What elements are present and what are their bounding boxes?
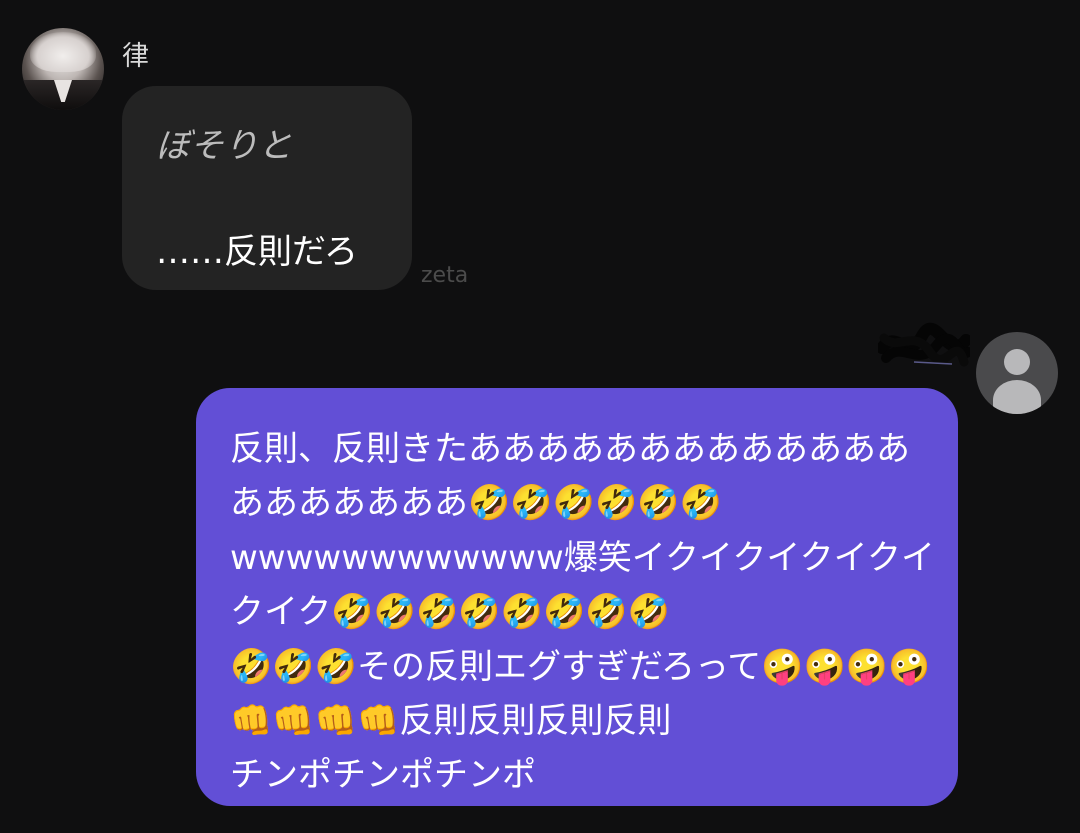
avatar-head (1004, 349, 1030, 375)
speech-text: ……反則だろ (156, 232, 358, 272)
user-avatar-icon[interactable] (976, 332, 1058, 414)
redacted-username-scribble (878, 322, 970, 367)
avatar-hair (30, 32, 96, 72)
character-avatar[interactable] (22, 28, 104, 110)
user-message-bubble: 反則、反則きたああああああああああああああああああああ🤣🤣🤣🤣🤣🤣 wwwwww… (196, 388, 958, 806)
action-text: ぼそりと (156, 126, 292, 166)
character-message-bubble: ぼそりと ……反則だろ (122, 86, 412, 290)
source-label: zeta (421, 263, 469, 288)
avatar-body (993, 380, 1041, 414)
user-message-text: 反則、反則きたああああああああああああああああああああ🤣🤣🤣🤣🤣🤣 wwwwww… (230, 429, 935, 796)
sender-name: 律 (122, 41, 149, 72)
